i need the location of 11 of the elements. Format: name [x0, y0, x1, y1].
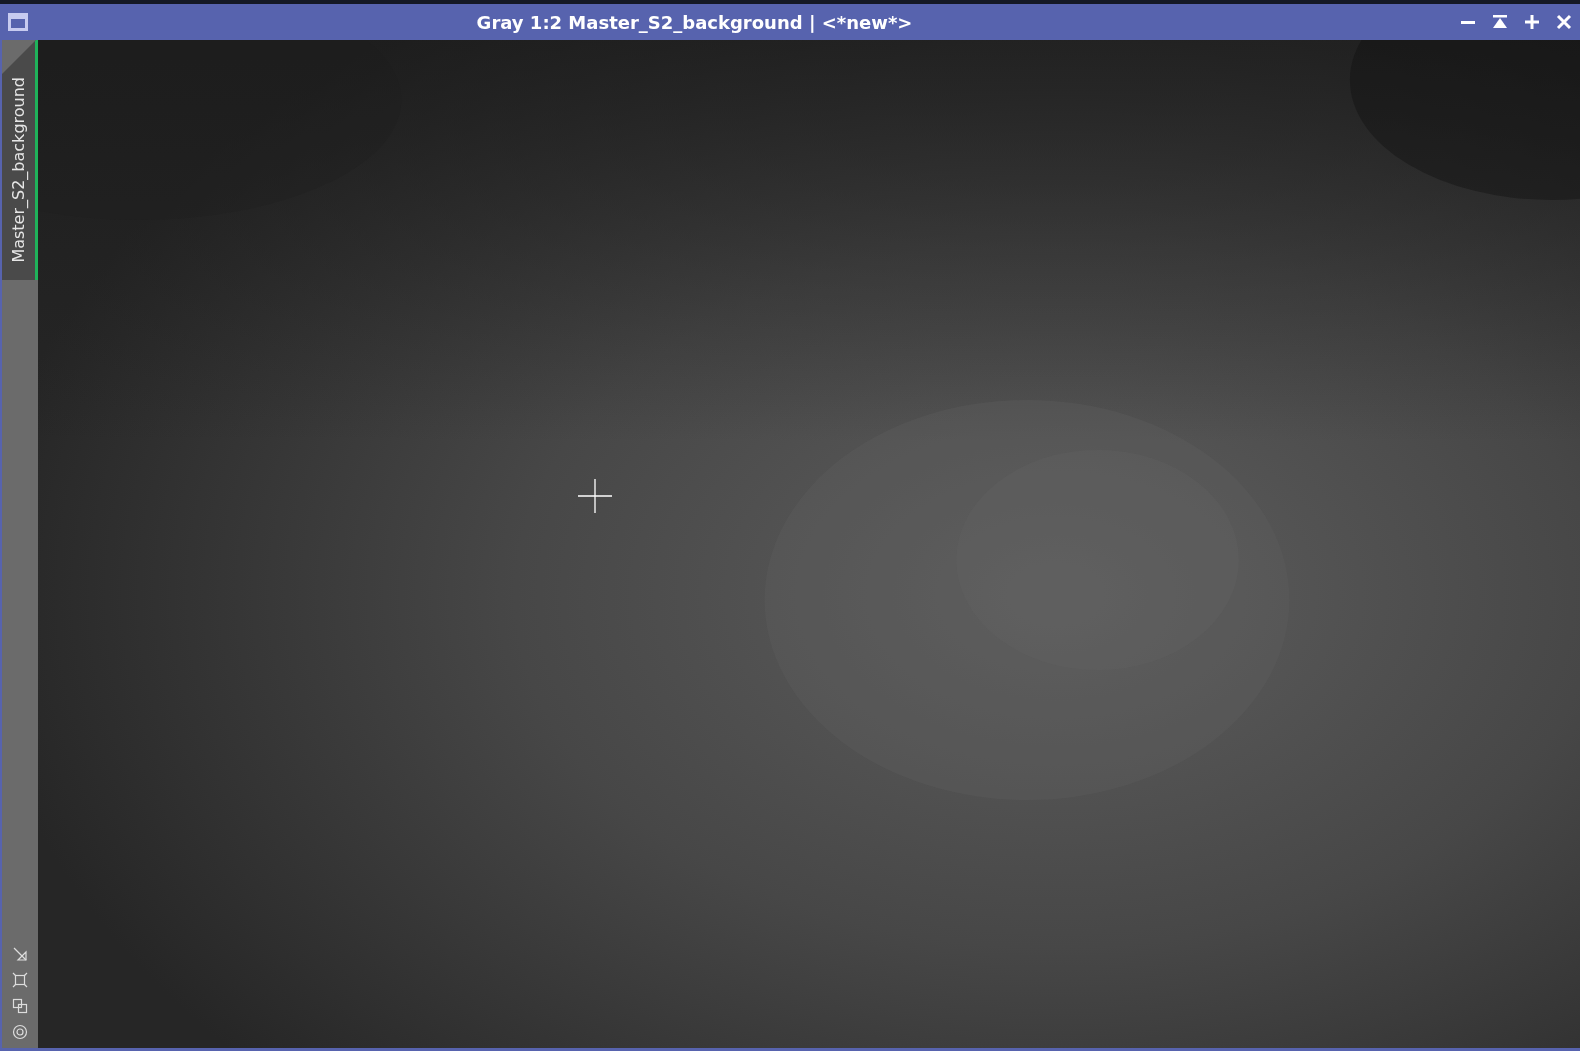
window-icon[interactable]: [7, 12, 29, 32]
clone-icon[interactable]: [12, 998, 28, 1014]
crosshair-cursor-icon: [578, 479, 612, 513]
arrow-icon[interactable]: [12, 946, 28, 962]
window-title: Gray 1:2 Master_S2_background | <*new*>: [475, 11, 914, 33]
target-icon[interactable]: [12, 1024, 28, 1040]
shade-icon[interactable]: [1492, 14, 1508, 30]
close-icon[interactable]: [1556, 14, 1572, 30]
maximize-icon[interactable]: [1524, 14, 1540, 30]
image-tab[interactable]: Master_S2_background: [2, 40, 38, 280]
frame-icon[interactable]: [12, 972, 28, 988]
